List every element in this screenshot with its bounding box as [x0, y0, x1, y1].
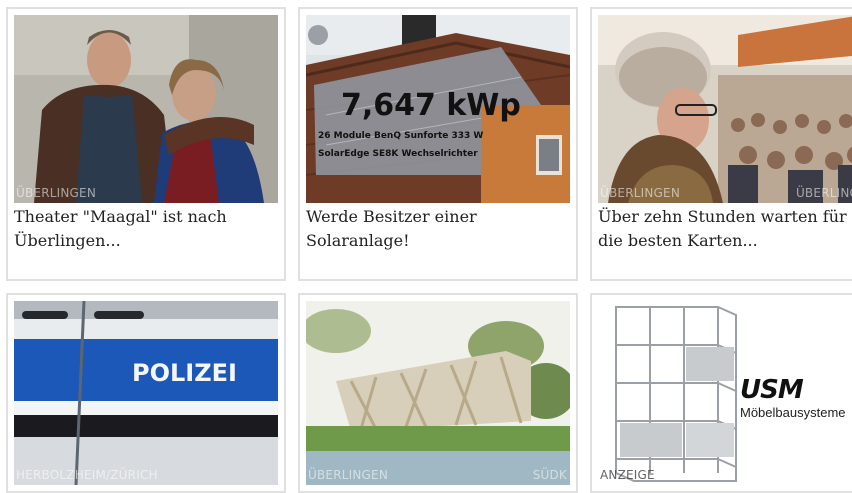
article-overline: ÜBERLINGEN	[308, 468, 388, 482]
article-title[interactable]: Über zehn Stunden warten für die besten …	[598, 205, 852, 253]
ad-image-usm[interactable]: USM Möbelbausysteme ANZEIGE	[598, 301, 852, 485]
article-overline-right: SÜDK	[532, 468, 567, 482]
ad-card-usm[interactable]: USM Möbelbausysteme ANZEIGE	[590, 293, 852, 493]
article-image-solar[interactable]: 7,647 kWp 26 Module BenQ Sunforte 333 W …	[306, 15, 570, 203]
article-overline: ÜBERLINGEN	[600, 186, 680, 200]
article-image-theater[interactable]: ÜBERLINGEN	[14, 15, 278, 203]
article-card-architektur[interactable]: ÜBERLINGEN SÜDK	[298, 293, 578, 493]
article-card-theater[interactable]: ÜBERLINGEN Theater "Maagal" ist nach Übe…	[6, 7, 286, 281]
usm-tagline: Möbelbausysteme	[740, 405, 846, 420]
shelf-illustration	[615, 306, 737, 482]
ad-label: ANZEIGE	[600, 468, 655, 482]
solar-module-text: 26 Module BenQ Sunforte 333 W	[318, 131, 483, 141]
article-title[interactable]: Theater "Maagal" ist nach Überlingen...	[14, 205, 276, 253]
usm-logo: USM	[740, 375, 804, 405]
article-overline-right: ÜBERLING	[795, 186, 852, 200]
article-card-solar[interactable]: 7,647 kWp 26 Module BenQ Sunforte 333 W …	[298, 7, 578, 281]
solar-inverter-text: SolarEdge SE8K Wechselrichter	[318, 149, 478, 159]
article-image-polizei[interactable]: POLIZEI HERBOLZHEIM/ZÜRICH	[14, 301, 278, 485]
police-text: POLIZEI	[132, 359, 237, 387]
article-card-polizei[interactable]: POLIZEI HERBOLZHEIM/ZÜRICH	[6, 293, 286, 493]
article-overline: HERBOLZHEIM/ZÜRICH	[16, 468, 158, 482]
article-card-karten[interactable]: ÜBERLINGEN ÜBERLING Über zehn Stunden wa…	[590, 7, 852, 281]
article-title[interactable]: Werde Besitzer einer Solaranlage!	[306, 205, 568, 253]
solar-kwp-text: 7,647 kWp	[341, 88, 521, 123]
article-image-architektur[interactable]: ÜBERLINGEN SÜDK	[306, 301, 570, 485]
article-image-karten[interactable]: ÜBERLINGEN ÜBERLING	[598, 15, 852, 203]
article-overline: ÜBERLINGEN	[16, 186, 96, 200]
